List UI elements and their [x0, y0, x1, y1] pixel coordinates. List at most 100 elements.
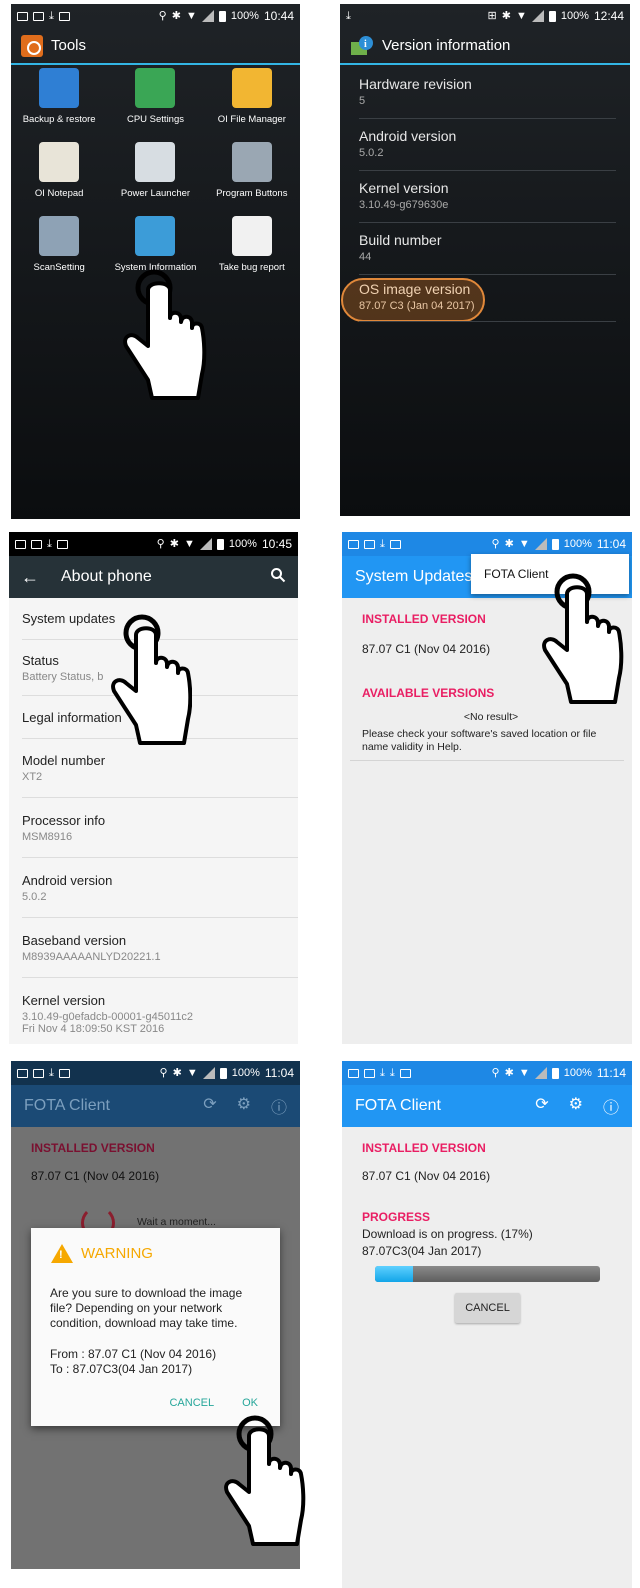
battery-icon: [551, 538, 559, 550]
refresh-icon[interactable]: ⟳: [203, 1094, 216, 1118]
app-label: OI Notepad: [34, 188, 84, 199]
battery-icon: [548, 10, 556, 22]
list-item[interactable]: Build number 44: [359, 223, 616, 275]
tools-screen: ⤓ ⚲ ✱ ▼ 100% 10:44 Tools Backup & restor…: [11, 4, 300, 519]
location-icon: ⚲: [159, 1066, 168, 1079]
download-icon: ⤓: [47, 537, 52, 550]
installed-version-heading: INSTALLED VERSION: [31, 1141, 155, 1155]
location-icon: ⚲: [158, 9, 167, 22]
scanner-icon: ⊞: [487, 9, 497, 22]
progress-version: 87.07C3(04 Jan 2017): [362, 1244, 482, 1258]
battery-percent: 100%: [231, 1067, 260, 1079]
file-manager-icon: [231, 68, 272, 108]
gallery-icon: [31, 539, 42, 549]
page-title: Tools: [51, 37, 87, 54]
screenshot-icon: [58, 1068, 70, 1078]
status-bar: ⤓ ⚲ ✱ ▼ 100% 10:44: [11, 4, 300, 28]
app-cpu-settings[interactable]: CPU Settings: [107, 68, 203, 132]
about-phone-screen: ⤓ ⚲ ✱ ▼ 100% 10:45 ← About phone System …: [9, 532, 298, 1044]
image-icon: [348, 539, 359, 549]
download-icon: ⤓: [389, 1066, 395, 1079]
list-item[interactable]: Kernel version 3.10.49-g679630e: [359, 171, 616, 223]
signal-icon: [534, 538, 547, 550]
model-number-item[interactable]: Model number XT2: [22, 739, 298, 798]
battery-percent: 100%: [563, 1067, 592, 1079]
app-notepad[interactable]: OI Notepad: [11, 142, 107, 206]
clock: 12:44: [593, 9, 624, 23]
help-text: Please check your software's saved locat…: [362, 728, 597, 753]
back-arrow-icon[interactable]: ←: [21, 567, 39, 588]
app-label: Backup & restore: [22, 114, 96, 125]
clock: 11:04: [596, 537, 626, 551]
page-title: System Updates: [355, 568, 473, 585]
app-file-manager[interactable]: OI File Manager: [204, 68, 300, 132]
tap-hand-icon: [111, 614, 192, 745]
gallery-icon: [364, 539, 375, 549]
clock: 10:44: [263, 9, 294, 23]
app-scan-setting[interactable]: ScanSetting: [11, 216, 107, 280]
tools-icon: [21, 34, 43, 57]
item-title: Build number: [359, 232, 442, 248]
screenshot-icon: [399, 1068, 411, 1078]
item-value: 87.07 C3 (Jan 04 2017): [359, 300, 475, 312]
progress-heading: PROGRESS: [362, 1210, 431, 1224]
installed-version-value: 87.07 C1 (Nov 04 2016): [31, 1169, 160, 1183]
installed-version-value: 87.07 C1 (Nov 04 2016): [362, 642, 491, 656]
wifi-icon: ▼: [183, 537, 195, 550]
cancel-button[interactable]: CANCEL: [169, 1397, 214, 1409]
list-item[interactable]: Android version 5.0.2: [359, 119, 616, 171]
app-label: Take bug report: [218, 262, 285, 273]
list-item[interactable]: Hardware revision 5: [359, 67, 616, 119]
warning-icon: [51, 1244, 73, 1263]
status-bar: ⤓ ⚲ ✱ ▼ 100% 10:45: [9, 532, 298, 556]
status-bar: ⤓ ⊞ ✱ ▼ 100% 12:44: [340, 4, 630, 28]
download-icon: ⤓: [49, 1066, 54, 1079]
battery-icon: [216, 538, 224, 550]
app-bug-report[interactable]: Take bug report: [204, 216, 300, 280]
system-information-icon: i: [351, 35, 373, 55]
clock: 10:45: [261, 537, 292, 551]
app-power-launcher[interactable]: Power Launcher: [107, 142, 203, 206]
wifi-icon: ▼: [518, 537, 530, 550]
cancel-button[interactable]: CANCEL: [455, 1293, 520, 1323]
signal-icon: [534, 1067, 547, 1079]
download-icon: ⤓: [380, 537, 385, 550]
gear-icon[interactable]: ⚙: [569, 1094, 583, 1118]
processor-info-item[interactable]: Processor info MSM8916: [22, 798, 298, 858]
battery-icon: [218, 10, 226, 22]
item-title: Processor info: [22, 813, 106, 828]
refresh-icon[interactable]: ⟳: [535, 1094, 548, 1118]
battery-icon: [219, 1067, 227, 1079]
clock: 11:04: [264, 1066, 294, 1080]
dialog-from: From : 87.07 C1 (Nov 04 2016): [50, 1347, 217, 1361]
bluetooth-icon: ✱: [504, 537, 514, 550]
location-icon: ⚲: [156, 537, 165, 550]
image-icon: [348, 1068, 359, 1078]
info-icon[interactable]: ⓘ: [603, 1094, 619, 1118]
gear-icon[interactable]: ⚙: [237, 1094, 251, 1118]
page-title: FOTA Client: [355, 1097, 441, 1114]
battery-percent: 100%: [228, 538, 257, 550]
search-icon[interactable]: [270, 567, 286, 588]
item-title: OS image version: [359, 281, 471, 297]
progress-text: Download is on progress. (17%): [362, 1227, 533, 1241]
ok-button[interactable]: OK: [242, 1397, 258, 1409]
android-version-item[interactable]: Android version 5.0.2: [22, 858, 298, 918]
app-label: Program Buttons: [216, 188, 288, 199]
info-icon[interactable]: ⓘ: [271, 1094, 287, 1118]
item-title: Model number: [22, 753, 106, 768]
installed-version-heading: INSTALLED VERSION: [362, 612, 486, 626]
gallery-icon: [33, 11, 44, 21]
tap-hand-icon: [542, 573, 624, 704]
wifi-icon: ▼: [186, 1066, 198, 1079]
svg-text:i: i: [364, 39, 367, 50]
download-icon: ⤓: [380, 1066, 385, 1079]
kernel-version-item[interactable]: Kernel version 3.10.49-g0efadcb-00001-g45…: [22, 978, 298, 1044]
app-backup-restore[interactable]: Backup & restore: [11, 68, 107, 132]
baseband-version-item[interactable]: Baseband version M8939AAAAANLYD20221.1: [22, 918, 298, 978]
app-label: Power Launcher: [120, 188, 191, 199]
os-image-version-item[interactable]: OS image version 87.07 C3 (Jan 04 2017): [359, 281, 626, 312]
app-bar: ← About phone: [9, 556, 298, 598]
app-program-buttons[interactable]: Program Buttons: [204, 142, 300, 206]
bluetooth-icon: ✱: [169, 537, 179, 550]
